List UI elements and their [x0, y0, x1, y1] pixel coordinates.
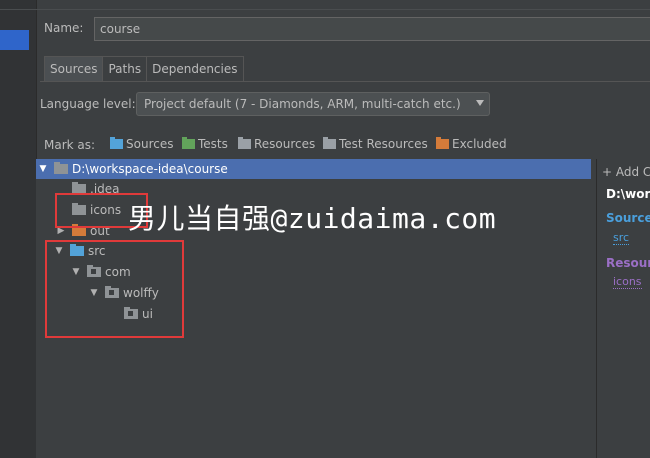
name-label: Name: — [44, 21, 84, 35]
highlight-box — [45, 240, 184, 338]
expand-arrow-icon[interactable]: ▼ — [38, 164, 48, 174]
source-folder-entry[interactable]: src — [613, 231, 630, 245]
add-content-root-button[interactable]: + Add C — [602, 165, 650, 179]
test-resources-folder-icon — [323, 137, 336, 149]
divider — [40, 81, 650, 82]
tab-sources[interactable]: Sources — [44, 56, 104, 81]
mark-test-resources-button[interactable]: Test Resources — [323, 137, 428, 151]
language-level-select[interactable]: Project default (7 - Diamonds, ARM, mult… — [136, 92, 490, 116]
module-name-input[interactable] — [94, 17, 650, 41]
tab-paths[interactable]: Paths — [102, 56, 148, 81]
mark-sources-button[interactable]: Sources — [110, 137, 173, 151]
mark-excluded-label: Excluded — [452, 137, 507, 151]
resources-folder-icon — [238, 137, 251, 149]
content-root-path: D:\work — [606, 187, 650, 201]
watermark: 男儿当自强@zuidaima.com — [128, 202, 497, 235]
tree-root-row[interactable]: ▼ D:\workspace-idea\course — [36, 159, 591, 179]
tab-bar: Sources Paths Dependencies — [44, 56, 244, 81]
mark-resources-label: Resources — [254, 137, 316, 151]
left-panel — [0, 0, 37, 458]
mark-sources-label: Sources — [126, 137, 174, 151]
mark-excluded-button[interactable]: Excluded — [436, 137, 507, 151]
language-level-label: Language level: — [40, 97, 136, 111]
tab-dependencies[interactable]: Dependencies — [146, 56, 244, 81]
folder-icon — [110, 137, 123, 149]
resource-folders-heading: Resourc — [606, 256, 650, 270]
mark-as-label: Mark as: — [44, 138, 96, 152]
divider — [0, 9, 36, 10]
mark-resources-button[interactable]: Resources — [238, 137, 315, 151]
mark-test-resources-label: Test Resources — [339, 137, 428, 151]
mark-tests-button[interactable]: Tests — [182, 137, 228, 151]
mark-tests-label: Tests — [198, 137, 228, 151]
left-panel-selected-item[interactable] — [0, 30, 29, 50]
folder-icon — [54, 162, 68, 174]
tree-root-label: D:\workspace-idea\course — [72, 162, 228, 176]
content-root-panel — [596, 159, 650, 458]
folder-icon — [182, 137, 195, 149]
resource-folder-entry[interactable]: icons — [613, 275, 642, 289]
chevron-down-icon[interactable] — [476, 100, 484, 106]
divider — [36, 9, 650, 10]
folder-icon — [436, 137, 449, 149]
source-folders-heading: Source — [606, 211, 650, 225]
